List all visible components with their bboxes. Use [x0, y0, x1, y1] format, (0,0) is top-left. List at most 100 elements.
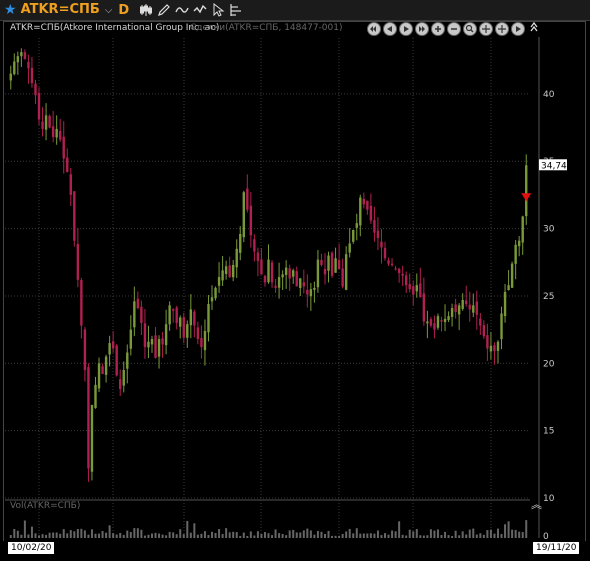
volume-bar [189, 532, 192, 538]
volume-bar [394, 531, 397, 538]
candle [277, 262, 281, 299]
sell-marker-icon[interactable] [521, 193, 532, 202]
volume-bar [412, 531, 415, 538]
volume-bar [158, 533, 161, 538]
volume-bar [133, 528, 136, 538]
volume-bar [429, 529, 432, 538]
volume-bar [518, 531, 521, 538]
candle [231, 259, 235, 282]
volume-bar [260, 534, 263, 538]
candle [510, 261, 514, 289]
candle [517, 236, 521, 257]
candle [366, 200, 369, 215]
volume-bar [20, 534, 23, 538]
price-chart[interactable]: 40353025201510001/04/2001/05/2001/06/200… [0, 0, 590, 561]
volume-bar [352, 533, 355, 538]
volume-bar [218, 529, 221, 538]
candle [359, 194, 362, 237]
volume-bar [391, 530, 394, 538]
volume-bar [320, 531, 323, 538]
volume-bar [369, 533, 372, 538]
volume-bar [16, 530, 19, 538]
volume-bar [465, 534, 468, 538]
volume-bar [101, 531, 104, 538]
candle [217, 262, 221, 294]
volume-bar [475, 534, 478, 538]
volume-bar [62, 529, 65, 538]
candle [380, 228, 383, 264]
volume-bar [278, 533, 281, 538]
candle [306, 274, 309, 308]
candle [214, 286, 217, 301]
volume-bar [90, 529, 93, 538]
volume-bar [285, 535, 288, 538]
volume-bar [94, 533, 97, 538]
candle [316, 250, 320, 293]
volume-bar [256, 531, 259, 538]
volume-bar [98, 533, 101, 538]
candle [373, 206, 376, 242]
volume-bar [496, 528, 499, 538]
volume-bar [373, 533, 376, 538]
candle [171, 308, 175, 323]
candle [249, 192, 253, 248]
candle [150, 335, 154, 353]
price-axis-label: 30 [543, 225, 555, 235]
candle [175, 305, 178, 330]
candle [41, 107, 44, 137]
candle [115, 344, 118, 377]
volume-bar [514, 529, 517, 538]
candle [48, 114, 51, 129]
volume-bar [405, 535, 408, 538]
candle [376, 217, 380, 251]
candle [87, 363, 90, 482]
candle [489, 331, 493, 360]
candle [58, 119, 62, 142]
volume-bar [83, 530, 86, 538]
volume-bar [451, 535, 454, 538]
volume-bar [274, 529, 277, 538]
volume-bar [126, 530, 129, 538]
volume-bar [76, 529, 79, 538]
candle [292, 268, 295, 284]
candle [486, 323, 489, 361]
volume-bar [179, 529, 182, 538]
candle [196, 321, 200, 345]
candle [83, 326, 87, 382]
volume-bar [242, 532, 245, 538]
volume-bar [359, 533, 362, 538]
candle [394, 265, 397, 271]
volume-bar [345, 531, 348, 538]
candle [62, 121, 65, 174]
candle [27, 54, 30, 84]
candle [210, 285, 214, 310]
price-axis-label: 20 [543, 359, 555, 369]
volume-bar [55, 532, 58, 538]
volume-bar [161, 534, 164, 538]
volume-bar [447, 535, 450, 538]
candle [457, 303, 461, 331]
volume-bar [119, 532, 122, 538]
candle [126, 344, 129, 384]
candle [352, 229, 355, 244]
volume-bar [348, 528, 351, 538]
volume-bar [147, 534, 150, 538]
volume-bar [306, 528, 309, 538]
candle [341, 258, 344, 289]
volume-bar [80, 528, 83, 538]
price-axis-label: 25 [543, 292, 554, 302]
volume-bar [165, 535, 168, 538]
volume-bar [525, 520, 528, 538]
volume-bar [398, 521, 401, 538]
candle [440, 316, 443, 332]
candle [129, 315, 133, 356]
candle [503, 283, 507, 323]
candle [189, 294, 193, 339]
volume-chevron-icon[interactable]: ︽ [531, 499, 542, 510]
volume-bar [9, 535, 12, 538]
volume-bar [23, 520, 26, 538]
volume-bar [186, 520, 189, 538]
volume-bar [34, 533, 37, 538]
end-date-label: 19/11/20 [533, 542, 580, 554]
candle [479, 313, 482, 335]
